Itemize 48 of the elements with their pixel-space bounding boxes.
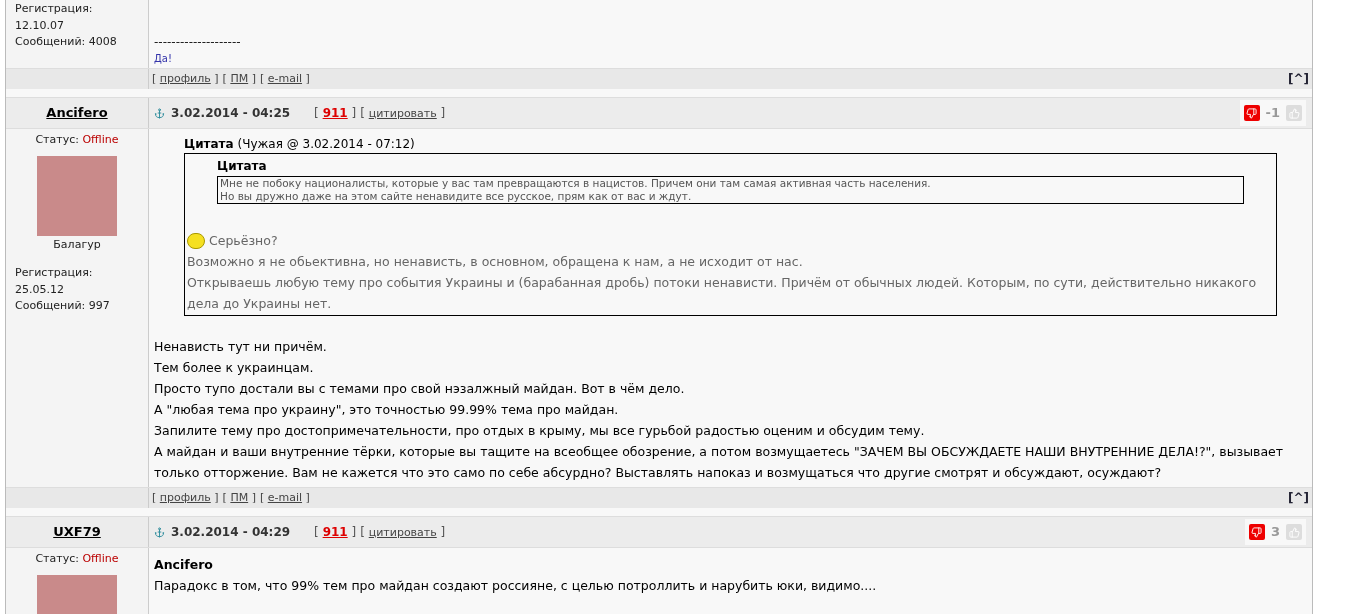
reply-author: Ancifero xyxy=(154,556,214,574)
anchor-icon[interactable] xyxy=(154,107,165,119)
rating-count: -1 xyxy=(1265,104,1280,123)
post-text: А "любая тема про украину", это точностью 99.99% тема про майдан. xyxy=(154,401,620,419)
nested-quote-line: Мне не побоку националисты, которые у вас там превращаются в нацистов. Причем они там самая активная часть населения. xyxy=(220,177,932,190)
post-date: 3.02.2014 - 04:29 xyxy=(171,524,291,541)
message-count: Сообщений: 997 xyxy=(14,298,111,314)
report-link[interactable]: [ 911 ] xyxy=(314,522,357,542)
message-count: Сообщений: 4008 xyxy=(15,34,118,50)
footer-link[interactable]: [ e-mail ] xyxy=(259,489,310,507)
signature-rule: -------------------- xyxy=(154,35,242,49)
registration-date: Регистрация: 25.05.12 xyxy=(14,265,94,298)
author-name[interactable]: UXF79 xyxy=(53,522,101,542)
author-name[interactable]: Ancifero xyxy=(46,103,108,123)
post-text: А майдан и ваши внутренние тёрки, которые вы тащите на всеобщее обозрение, а потом возмущаетесь "ЗАЧЕМ ВЫ ОБСУЖДАЕТЕ НАШИ ВНУТРЕННИЕ ДЕЛА!?", вызывает только отторжение. Вам не кажется что это само по себе абсурдно? Выставлять напоказ и возмущаться что другие смотрят и обсуждают, осуждают? xyxy=(154,443,1285,482)
nested-quote-title: Цитата xyxy=(217,158,268,175)
user-rank: Балагур xyxy=(52,236,102,253)
quote-link[interactable]: [ цитировать ] xyxy=(360,522,446,542)
thumbs-up-button[interactable] xyxy=(1286,105,1302,121)
post-text: Тем более к украинцам. xyxy=(154,359,315,377)
footer-link[interactable]: [ профиль ] xyxy=(152,70,219,88)
thumbs-down-button[interactable] xyxy=(1243,105,1260,121)
footer-link[interactable]: [ ПМ ] xyxy=(222,70,256,88)
quote-text: Возможно я не обьективна, но ненависть, в основном, обращена к нам, а не исходит от нас. xyxy=(187,253,804,271)
post-date: 3.02.2014 - 04:25 xyxy=(171,105,291,122)
thumbs-up-button[interactable] xyxy=(1286,524,1302,540)
quote-title: Цитата (Чужая @ 3.02.2014 - 07:12) xyxy=(184,136,416,153)
post-text: Ненависть тут ни причём. xyxy=(154,338,328,356)
registration-date: Регистрация: 12.10.07 xyxy=(15,1,94,34)
thumbs-down-button[interactable] xyxy=(1248,524,1265,540)
signature-text: Да! xyxy=(154,52,173,66)
quote-link[interactable]: [ цитировать ] xyxy=(360,103,446,123)
top-link[interactable]: [^] xyxy=(1287,70,1309,88)
rating-count: 3 xyxy=(1270,523,1280,542)
footer-link[interactable]: [ профиль ] xyxy=(152,489,219,507)
quote-text: Серьёзно? xyxy=(209,232,278,250)
status-text: Статус: Offline xyxy=(34,551,120,567)
nested-quote-line: Но вы дружно даже на этом сайте ненавидите все русское, прям как от вас и ждут. xyxy=(220,190,693,203)
post-text: Парадокс в том, что 99% тем про майдан создают россияне, с целью потроллить и нарубить юки, видимо.... xyxy=(154,577,878,595)
footer-link[interactable]: [ e-mail ] xyxy=(259,70,310,88)
anchor-icon[interactable] xyxy=(154,526,165,538)
status-text: Статус: Offline xyxy=(34,132,120,148)
report-link[interactable]: [ 911 ] xyxy=(314,103,357,123)
quote-text: Открываешь любую тему про события Украины и (барабанная дробь) потоки ненависти. Причём от обычных людей. Которым, по сути, действительно никакого дела до Украины нет. xyxy=(187,274,1258,313)
footer-link[interactable]: [ ПМ ] xyxy=(222,489,256,507)
post-text: Запилите тему про достопримечательности, про отдых в крыму, мы все гурьбой радостью оценим и обсудим тему. xyxy=(154,422,926,440)
top-link[interactable]: [^] xyxy=(1287,489,1309,507)
post-text: Просто тупо достали вы с темами про свой нэзалжный майдан. Вот в чём дело. xyxy=(154,380,686,398)
